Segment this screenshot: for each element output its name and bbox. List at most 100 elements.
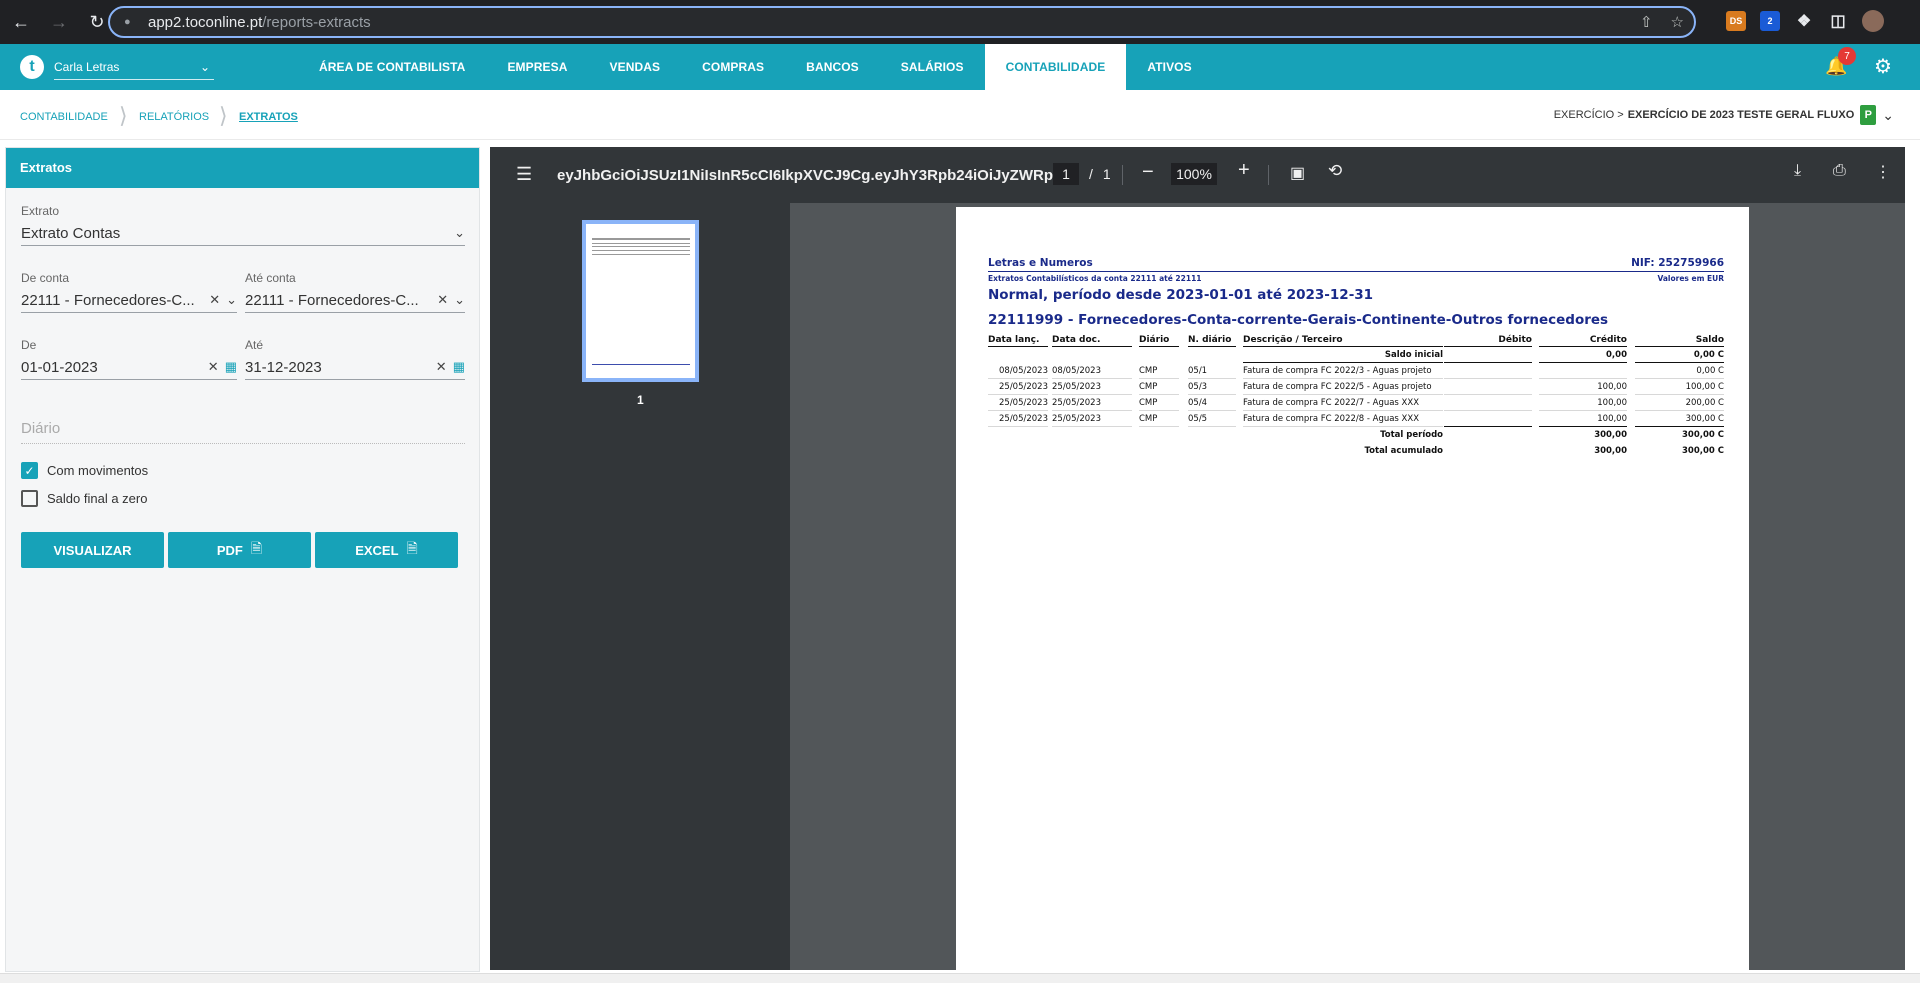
breadcrumb-relatorios[interactable]: RELATÓRIOS xyxy=(139,111,209,123)
user-select[interactable]: Carla Letras ⌄ xyxy=(54,54,214,80)
menu-vendas[interactable]: VENDAS xyxy=(589,44,682,90)
pdf-period: Normal, período desde 2023-01-01 até 202… xyxy=(988,287,1374,303)
row-descricao: Fatura de compra FC 2022/3 - Aguas proje… xyxy=(1243,366,1443,379)
row-diario: CMP xyxy=(1139,382,1179,395)
calendar-icon[interactable]: ▦ xyxy=(453,359,465,375)
extrato-select[interactable]: Extrato Contas ⌄ xyxy=(21,222,465,246)
puzzle-icon[interactable]: ❖ xyxy=(1794,11,1814,31)
row-data-lanc: 08/05/2023 xyxy=(988,366,1048,379)
more-vert-icon[interactable]: ⋮ xyxy=(1875,162,1891,182)
toolbar-divider xyxy=(1268,165,1269,185)
pdf-page: Letras e Numeros NIF: 252759966 Extratos… xyxy=(956,207,1749,970)
menu-area-contabilista[interactable]: ÁREA DE CONTABILISTA xyxy=(298,44,486,90)
menu-compras[interactable]: COMPRAS xyxy=(681,44,785,90)
ate-date-input[interactable]: 31-12-2023 ✕ ▦ xyxy=(245,356,465,380)
ds-extension-icon[interactable]: DS xyxy=(1726,11,1746,31)
side-panel-icon[interactable]: ◫ xyxy=(1828,11,1848,31)
row-debito xyxy=(1444,398,1532,411)
menu-icon[interactable]: ☰ xyxy=(516,164,532,185)
exercise-selector[interactable]: EXERCÍCIO > EXERCÍCIO DE 2023 TESTE GERA… xyxy=(1554,105,1894,125)
zoom-in-icon[interactable]: + xyxy=(1238,159,1250,182)
saldo-inicial-label: Saldo inicial xyxy=(1243,350,1443,363)
menu-contabilidade[interactable]: CONTABILIDADE xyxy=(984,44,1127,90)
menu-ativos[interactable]: ATIVOS xyxy=(1126,44,1212,90)
row-data-doc: 25/05/2023 xyxy=(1052,398,1132,411)
de-date-input[interactable]: 01-01-2023 ✕ ▦ xyxy=(21,356,237,380)
row-descricao: Fatura de compra FC 2022/8 - Aguas XXX xyxy=(1243,414,1443,427)
menu-salarios[interactable]: SALÁRIOS xyxy=(880,44,985,90)
row-data-lanc: 25/05/2023 xyxy=(988,398,1048,411)
row-data-doc: 08/05/2023 xyxy=(1052,366,1132,379)
clear-icon[interactable]: ✕ xyxy=(437,292,448,308)
saldo-inicial-debito xyxy=(1444,350,1532,363)
clear-icon[interactable]: ✕ xyxy=(436,359,447,375)
chevron-down-icon[interactable]: ⌄ xyxy=(226,292,237,308)
pdf-account: 22111999 - Fornecedores-Conta-corrente-G… xyxy=(988,312,1609,328)
rotate-icon[interactable]: ⟲ xyxy=(1328,161,1342,181)
saldo-inicial-saldo: 0,00 C xyxy=(1635,350,1724,363)
thumbnail-page-number: 1 xyxy=(637,393,644,407)
total-periodo-label: Total período xyxy=(1380,430,1443,440)
clear-icon[interactable]: ✕ xyxy=(208,359,219,375)
com-movimentos-label: Com movimentos xyxy=(47,463,149,478)
url-path: /reports-extracts xyxy=(262,13,371,31)
page-input[interactable]: 1 xyxy=(1053,163,1079,185)
col-header-n-diario: N. diário xyxy=(1188,335,1236,347)
zoom-input[interactable]: 100% xyxy=(1171,163,1217,185)
breadcrumb: CONTABILIDADE ⟩ RELATÓRIOS ⟩ EXTRATOS EX… xyxy=(0,90,1920,140)
de-conta-select[interactable]: 22111 - Fornecedores-C... ✕ ⌄ xyxy=(21,289,237,313)
clear-icon[interactable]: ✕ xyxy=(209,292,220,308)
diario-field[interactable]: Diário xyxy=(21,420,465,444)
ate-conta-field: Até conta 22111 - Fornecedores-C... ✕ ⌄ xyxy=(245,271,465,313)
forward-icon[interactable]: → xyxy=(42,5,76,39)
download-icon[interactable]: ⤓ xyxy=(1794,162,1801,180)
visualizar-label: VISUALIZAR xyxy=(53,542,132,558)
zoom-out-icon[interactable]: − xyxy=(1142,161,1154,184)
extrato-label: Extrato xyxy=(21,204,60,218)
page-separator: / xyxy=(1089,166,1093,182)
row-saldo: 300,00 C xyxy=(1635,414,1724,427)
share-icon[interactable]: ⇧ xyxy=(1640,13,1653,31)
shield-extension-icon[interactable]: 2 xyxy=(1760,11,1780,31)
visualizar-button[interactable]: VISUALIZAR xyxy=(21,532,164,568)
exercise-prefix: EXERCÍCIO > xyxy=(1553,109,1624,121)
checkbox-checked-icon[interactable]: ✓ xyxy=(21,462,38,479)
profile-avatar[interactable] xyxy=(1862,10,1884,32)
row-descricao: Fatura de compra FC 2022/5 - Aguas proje… xyxy=(1243,382,1443,395)
total-periodo-saldo: 300,00 C xyxy=(1682,430,1724,440)
toconline-logo[interactable]: t xyxy=(20,55,44,79)
user-name: Carla Letras xyxy=(54,59,120,74)
breadcrumb-contabilidade[interactable]: CONTABILIDADE xyxy=(20,111,108,123)
ate-conta-value: 22111 - Fornecedores-C... xyxy=(245,292,419,309)
diario-input[interactable]: Diário xyxy=(21,420,465,444)
checkbox-unchecked-icon[interactable] xyxy=(21,490,38,507)
row-debito xyxy=(1444,414,1532,427)
row-data-doc: 25/05/2023 xyxy=(1052,414,1132,427)
address-bar[interactable]: ● app2.toconline.pt/reports-extracts ⇧ ☆ xyxy=(108,6,1696,38)
row-saldo: 100,00 C xyxy=(1635,382,1724,395)
row-credito: 100,00 xyxy=(1539,414,1627,427)
print-icon[interactable]: ⎙ xyxy=(1833,162,1846,180)
row-data-lanc: 25/05/2023 xyxy=(988,414,1048,427)
saldo-final-checkbox[interactable]: Saldo final a zero xyxy=(21,490,147,507)
com-movimentos-checkbox[interactable]: ✓ Com movimentos xyxy=(21,462,148,479)
col-header-descricao: Descrição / Terceiro xyxy=(1243,335,1443,347)
breadcrumb-extratos[interactable]: EXTRATOS xyxy=(239,111,298,123)
col-header-data-doc: Data doc. xyxy=(1052,335,1132,347)
ate-conta-select[interactable]: 22111 - Fornecedores-C... ✕ ⌄ xyxy=(245,289,465,313)
gear-icon[interactable]: ⚙ xyxy=(1874,54,1892,79)
col-header-debito: Débito xyxy=(1444,335,1532,347)
toolbar-divider xyxy=(1122,165,1123,185)
menu-bancos[interactable]: BANCOS xyxy=(785,44,880,90)
page-thumbnail[interactable] xyxy=(582,220,699,382)
star-icon[interactable]: ☆ xyxy=(1671,13,1684,31)
pdf-button[interactable]: PDF 🗎 xyxy=(168,532,311,568)
back-icon[interactable]: ← xyxy=(4,5,38,39)
extrato-value: Extrato Contas xyxy=(21,225,121,242)
excel-button[interactable]: EXCEL 🗎 xyxy=(315,532,458,568)
calendar-icon[interactable]: ▦ xyxy=(225,359,237,375)
chevron-down-icon[interactable]: ⌄ xyxy=(454,292,465,308)
fit-page-icon[interactable]: ▣ xyxy=(1290,163,1305,183)
row-n-diario: 05/3 xyxy=(1188,382,1236,395)
menu-empresa[interactable]: EMPRESA xyxy=(486,44,588,90)
